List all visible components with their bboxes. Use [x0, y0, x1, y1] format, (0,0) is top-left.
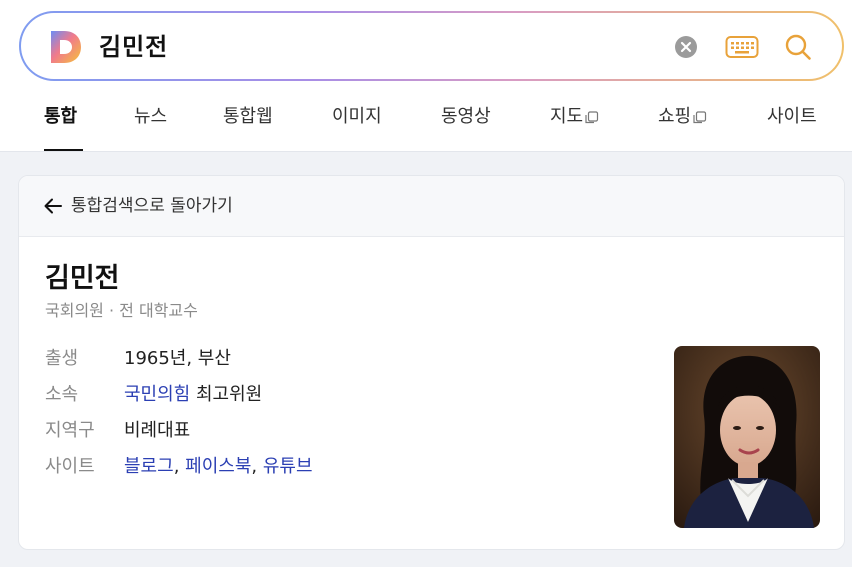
separator: , — [251, 456, 258, 477]
search-icon[interactable] — [784, 33, 812, 61]
facebook-link[interactable]: 페이스북 — [185, 456, 251, 477]
search-input[interactable]: 김민전 — [99, 28, 168, 66]
daum-logo-icon[interactable] — [49, 29, 83, 65]
tab-integrated[interactable]: 통합 — [44, 104, 77, 130]
role-text: 최고위원 — [195, 384, 263, 405]
person-name: 김민전 — [45, 263, 120, 294]
clear-button[interactable] — [675, 36, 697, 58]
person-card: 통합검색으로 돌아가기 김민전 국회의원 · 전 대학교수 출생 1965년, … — [18, 175, 845, 550]
separator: , — [173, 456, 180, 477]
external-window-icon — [693, 110, 707, 123]
youtube-link[interactable]: 유튜브 — [263, 456, 313, 477]
info-key: 지역구 — [45, 420, 95, 441]
tab-bar: 통합 뉴스 통합웹 이미지 동영상 지도 쇼핑 사이트 — [0, 94, 852, 152]
blog-link[interactable]: 블로그 — [124, 456, 174, 477]
tab-sites[interactable]: 사이트 — [767, 104, 817, 130]
clear-icon — [680, 41, 692, 53]
card-header: 통합검색으로 돌아가기 — [19, 176, 844, 237]
search-box: 김민전 — [19, 11, 844, 81]
info-value: 국민의힘 최고위원 — [124, 380, 262, 410]
info-key: 사이트 — [45, 456, 95, 477]
info-key: 출생 — [45, 348, 79, 369]
info-value: 1965년, 부산 — [124, 348, 231, 369]
active-tab-indicator — [44, 149, 83, 151]
tab-map[interactable]: 지도 — [550, 104, 599, 130]
keyboard-icon[interactable] — [725, 35, 759, 59]
back-to-integrated-link[interactable]: 통합검색으로 돌아가기 — [43, 192, 233, 220]
search-header: 김민전 통합 뉴스 통합웹 이미지 동영상 지도 쇼핑 사이트 — [0, 0, 852, 152]
info-key: 소속 — [45, 384, 79, 405]
info-value: 비례대표 — [124, 420, 191, 441]
tab-map-label: 지도 — [550, 106, 584, 127]
tab-news[interactable]: 뉴스 — [134, 104, 167, 130]
external-window-icon — [585, 110, 599, 123]
info-value: 블로그, 페이스북, 유튜브 — [124, 452, 313, 482]
tab-videos[interactable]: 동영상 — [441, 104, 491, 130]
person-description: 국회의원 · 전 대학교수 — [45, 301, 198, 320]
tab-images[interactable]: 이미지 — [332, 104, 382, 130]
back-label: 통합검색으로 돌아가기 — [71, 196, 233, 216]
arrow-left-icon — [44, 198, 62, 214]
tab-integrated-web[interactable]: 통합웹 — [223, 104, 273, 130]
person-photo[interactable] — [674, 346, 820, 528]
tab-shopping[interactable]: 쇼핑 — [658, 104, 707, 130]
party-link[interactable]: 국민의힘 — [124, 384, 190, 405]
tab-shopping-label: 쇼핑 — [658, 106, 692, 127]
